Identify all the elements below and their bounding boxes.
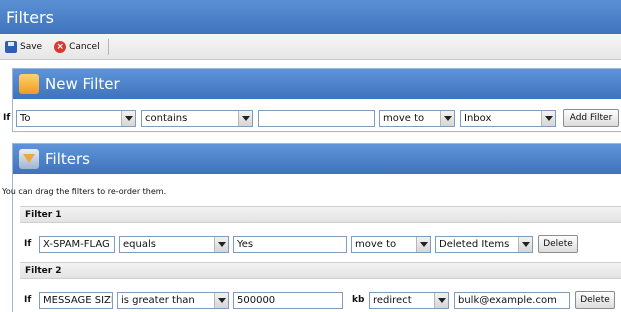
filter-2-condition-value: is greater than xyxy=(121,295,195,306)
filter-2-delete-button[interactable]: Delete xyxy=(575,291,615,309)
save-label: Save xyxy=(20,41,43,52)
filter-1-condition-value: equals xyxy=(123,239,156,250)
filters-header: Filters xyxy=(13,144,621,174)
filter-2-action-select[interactable]: redirect xyxy=(369,292,449,309)
cancel-label: Cancel xyxy=(69,41,100,52)
filter-1-field-input[interactable]: X-SPAM-FLAG xyxy=(39,236,115,253)
filter-2-value-input[interactable]: 500000 xyxy=(233,292,343,309)
chevron-down-icon xyxy=(541,111,555,126)
chevron-down-icon xyxy=(121,111,135,126)
chevron-down-icon xyxy=(434,293,448,308)
filters-title: Filters xyxy=(45,150,90,168)
filters-panel: Filters xyxy=(12,143,621,312)
chevron-down-icon xyxy=(238,111,252,126)
new-filter-header: New Filter xyxy=(13,69,621,99)
filter-1-header: Filter 1 xyxy=(20,206,621,223)
filter-1-action-select[interactable]: move to xyxy=(351,236,431,253)
add-filter-button[interactable]: Add Filter xyxy=(563,109,619,127)
chevron-down-icon xyxy=(214,237,228,252)
save-icon xyxy=(5,40,17,53)
new-filter-target-select[interactable]: Inbox xyxy=(460,110,556,127)
new-filter-condition-value: contains xyxy=(145,113,188,124)
new-filter-action-select[interactable]: move to xyxy=(379,110,455,127)
filter-1-value-input[interactable]: Yes xyxy=(233,236,347,253)
chevron-down-icon xyxy=(440,111,454,126)
filter-2-unit-label: kb xyxy=(352,295,365,305)
filter-1-action-value: move to xyxy=(355,239,397,250)
new-filter-condition-select[interactable]: contains xyxy=(141,110,253,127)
cancel-button[interactable]: × Cancel xyxy=(54,40,100,53)
new-filter-title: New Filter xyxy=(45,75,120,93)
filter-icon xyxy=(19,149,39,169)
new-filter-icon xyxy=(19,74,39,94)
filter-2-action-value: redirect xyxy=(373,295,412,306)
filter-1-if-label: If xyxy=(24,239,32,249)
chevron-down-icon xyxy=(518,237,532,252)
new-filter-if-label: If xyxy=(3,113,11,123)
new-filter-field-value: To xyxy=(20,113,31,124)
new-filter-value-input[interactable] xyxy=(258,110,375,127)
filter-2-target-input[interactable]: bulk@example.com xyxy=(454,292,570,309)
filter-1-delete-button[interactable]: Delete xyxy=(538,235,578,253)
filter-2-condition-select[interactable]: is greater than xyxy=(117,292,229,309)
new-filter-target-value: Inbox xyxy=(464,113,492,124)
chevron-down-icon xyxy=(416,237,430,252)
filters-hint: You can drag the filters to re-order the… xyxy=(2,187,167,196)
toolbar-separator xyxy=(107,38,109,55)
filter-1-target-select[interactable]: Deleted Items xyxy=(435,236,533,253)
window-title: Filters xyxy=(0,0,621,34)
filter-1-condition-select[interactable]: equals xyxy=(119,236,229,253)
filter-2-field-input[interactable]: MESSAGE SIZE xyxy=(39,292,113,309)
filter-1-target-value: Deleted Items xyxy=(439,239,510,250)
filter-2-header: Filter 2 xyxy=(20,262,621,279)
new-filter-field-select[interactable]: To xyxy=(16,110,136,127)
filter-2-if-label: If xyxy=(24,295,32,305)
cancel-icon: × xyxy=(54,40,67,53)
toolbar: Save × Cancel xyxy=(0,34,621,60)
chevron-down-icon xyxy=(214,293,228,308)
new-filter-action-value: move to xyxy=(383,113,425,124)
save-button[interactable]: Save xyxy=(5,40,43,53)
